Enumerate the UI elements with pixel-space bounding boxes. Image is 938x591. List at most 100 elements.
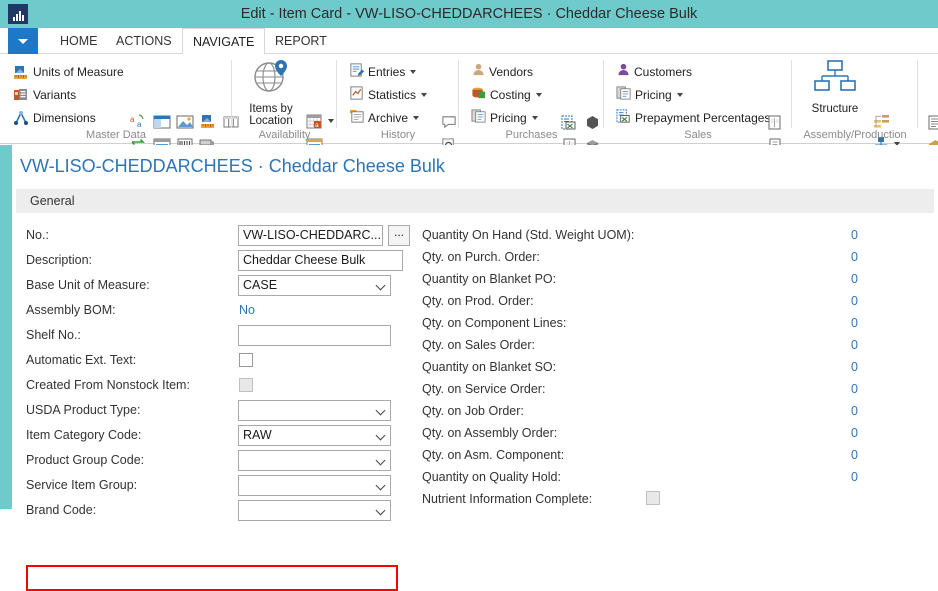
ribbon-group-label: Master Data <box>0 129 232 141</box>
field-row-description: Description: Cheddar Cheese Bulk <box>26 248 406 273</box>
customer-person-icon <box>616 62 631 82</box>
fasttab-general-header[interactable]: General <box>16 189 934 213</box>
ribbon-button-statistics[interactable]: Statistics <box>349 85 427 105</box>
globe-location-icon <box>251 58 291 101</box>
tab-home[interactable]: HOME <box>50 28 108 54</box>
created-from-nonstock-item-checkbox <box>239 378 253 392</box>
ribbon-button-label: Prepayment Percentages <box>635 111 770 125</box>
svg-text:a: a <box>315 122 319 129</box>
ribbon-group-label: Sales <box>604 129 792 141</box>
chevron-down-icon[interactable] <box>413 116 419 120</box>
field-label: Automatic Ext. Text: <box>26 348 136 373</box>
ribbon-button-prepayment-percentages[interactable]: Prepayment Percentages <box>616 108 770 128</box>
brand-code-select[interactable] <box>238 500 391 521</box>
field-row-service-item-group: Service Item Group: <box>26 473 406 498</box>
field-row-no: No.: VW-LISO-CHEDDARC... ... <box>26 223 406 248</box>
field-label: Service Item Group: <box>26 473 137 498</box>
field-label: Item Category Code: <box>26 423 141 448</box>
no-input[interactable]: VW-LISO-CHEDDARC... <box>238 225 383 246</box>
usda-product-type-select[interactable] <box>238 400 391 421</box>
chevron-down-icon[interactable] <box>532 116 538 120</box>
ribbon-button-dimensions[interactable]: Dimensions <box>12 108 96 128</box>
ribbon-button-label: Structure <box>812 103 859 115</box>
window-title: Edit - Item Card - VW-LISO-CHEDDARCHEES … <box>0 0 938 28</box>
ribbon-button-label: Costing <box>490 88 531 102</box>
ribbon-button-entries[interactable]: Entries <box>349 62 416 82</box>
ribbon-button-label: Pricing <box>490 111 527 125</box>
chevron-down-icon[interactable] <box>377 457 385 462</box>
assembly-bom-value[interactable]: No <box>239 298 255 323</box>
product-group-code-select[interactable] <box>238 450 391 471</box>
chevron-down-icon[interactable] <box>377 407 385 412</box>
field-label: Description: <box>26 248 92 273</box>
field-row-nutrient-information-complete: Nutrient Information Complete: <box>422 487 892 512</box>
ribbon-group-purchases: Vendors Costing Pricing <box>459 54 604 144</box>
description-input[interactable]: Cheddar Cheese Bulk <box>238 250 403 271</box>
planning-list-icon[interactable] <box>925 112 938 132</box>
ribbon-button-costing[interactable]: Costing <box>471 85 542 105</box>
field-row-base-unit-of-measure: Base Unit of Measure: CASE <box>26 273 406 298</box>
ribbon-button-variants[interactable]: Variants <box>12 85 76 105</box>
chevron-down-icon[interactable] <box>377 482 385 487</box>
chevron-down-icon[interactable] <box>377 282 385 287</box>
ribbon-button-archive[interactable]: Archive <box>349 108 419 128</box>
ribbon-button-label: Pricing <box>635 88 672 102</box>
field-label: Brand Code: <box>26 498 96 523</box>
service-item-group-select[interactable] <box>238 475 391 496</box>
field-label: USDA Product Type: <box>26 398 140 423</box>
no-assist-edit-button[interactable]: ... <box>388 225 410 246</box>
field-row-assembly-bom: Assembly BOM: No <box>26 298 406 323</box>
item-category-code-value: RAW <box>243 428 272 442</box>
ribbon-button-label: Units of Measure <box>33 65 124 79</box>
chevron-down-icon[interactable] <box>377 432 385 437</box>
chevron-down-icon[interactable] <box>536 93 542 97</box>
ribbon-button-pricing-sales[interactable]: Pricing <box>616 85 683 105</box>
field-label: Product Group Code: <box>26 448 144 473</box>
statistics-icon <box>349 85 365 106</box>
shelf-no-input[interactable] <box>238 325 391 346</box>
chevron-down-icon[interactable] <box>421 93 427 97</box>
ribbon-button-label: Dimensions <box>33 111 96 125</box>
ribbon-button-structure[interactable]: Structure <box>804 60 866 115</box>
ribbon-group-label: History <box>337 129 459 141</box>
ribbon-button-vendors[interactable]: Vendors <box>471 62 533 82</box>
chevron-down-icon[interactable] <box>410 70 416 74</box>
ribbon-group-availability: Items by LocationItems byLocation a <box>232 54 337 144</box>
ribbon-group-sales: Customers Pricing Pr <box>604 54 792 144</box>
base-unit-of-measure-select[interactable]: CASE <box>238 275 391 296</box>
field-row-product-group-code: Product Group Code: <box>26 448 406 473</box>
ribbon-group-label: Purchases <box>459 129 604 141</box>
ribbon-tab-strip: HOME ACTIONS NAVIGATE REPORT <box>0 28 938 54</box>
automatic-ext-text-checkbox[interactable] <box>239 353 253 367</box>
field-label: No.: <box>26 223 49 248</box>
item-category-code-select[interactable]: RAW <box>238 425 391 446</box>
ribbon-button-customers[interactable]: Customers <box>616 62 692 82</box>
ribbon-group-assembly-production: Structure <box>792 54 918 144</box>
entries-icon <box>349 62 365 83</box>
ribbon-group-label: Assembly/Production <box>792 129 918 141</box>
page-title-no: VW-LISO-CHEDDARCHEES <box>20 156 253 176</box>
ribbon-button-label: Vendors <box>489 65 533 79</box>
ribbon-button-items-by-location[interactable]: Items by LocationItems byLocation <box>242 58 300 127</box>
tab-report[interactable]: REPORT <box>265 28 337 54</box>
left-accent-strip <box>0 145 12 509</box>
field-row-automatic-ext-text: Automatic Ext. Text: <box>26 348 406 373</box>
page-title-separator: · <box>258 156 264 176</box>
ribbon-button-pricing-purchases[interactable]: Pricing <box>471 108 538 128</box>
ribbon-button-units-of-measure[interactable]: Units of Measure <box>12 62 124 82</box>
tab-navigate[interactable]: NAVIGATE <box>182 28 265 55</box>
ribbon: Units of Measure Variants <box>0 54 938 144</box>
structure-tree-icon <box>812 60 858 101</box>
fasttab-general-label: General <box>30 189 74 213</box>
application-menu-button[interactable] <box>8 28 38 54</box>
chevron-down-icon[interactable] <box>677 93 683 97</box>
nutrient-information-complete-checkbox <box>646 491 660 505</box>
field-label: Base Unit of Measure: <box>26 273 150 298</box>
page-title-description: Cheddar Cheese Bulk <box>269 156 445 176</box>
svg-text:a: a <box>130 115 135 124</box>
chevron-down-icon[interactable] <box>326 111 336 131</box>
tab-actions[interactable]: ACTIONS <box>106 28 182 54</box>
chevron-down-icon[interactable] <box>377 507 385 512</box>
item-category-code-highlight <box>26 565 398 591</box>
ribbon-group-history: Entries Statistics Archive <box>337 54 459 144</box>
